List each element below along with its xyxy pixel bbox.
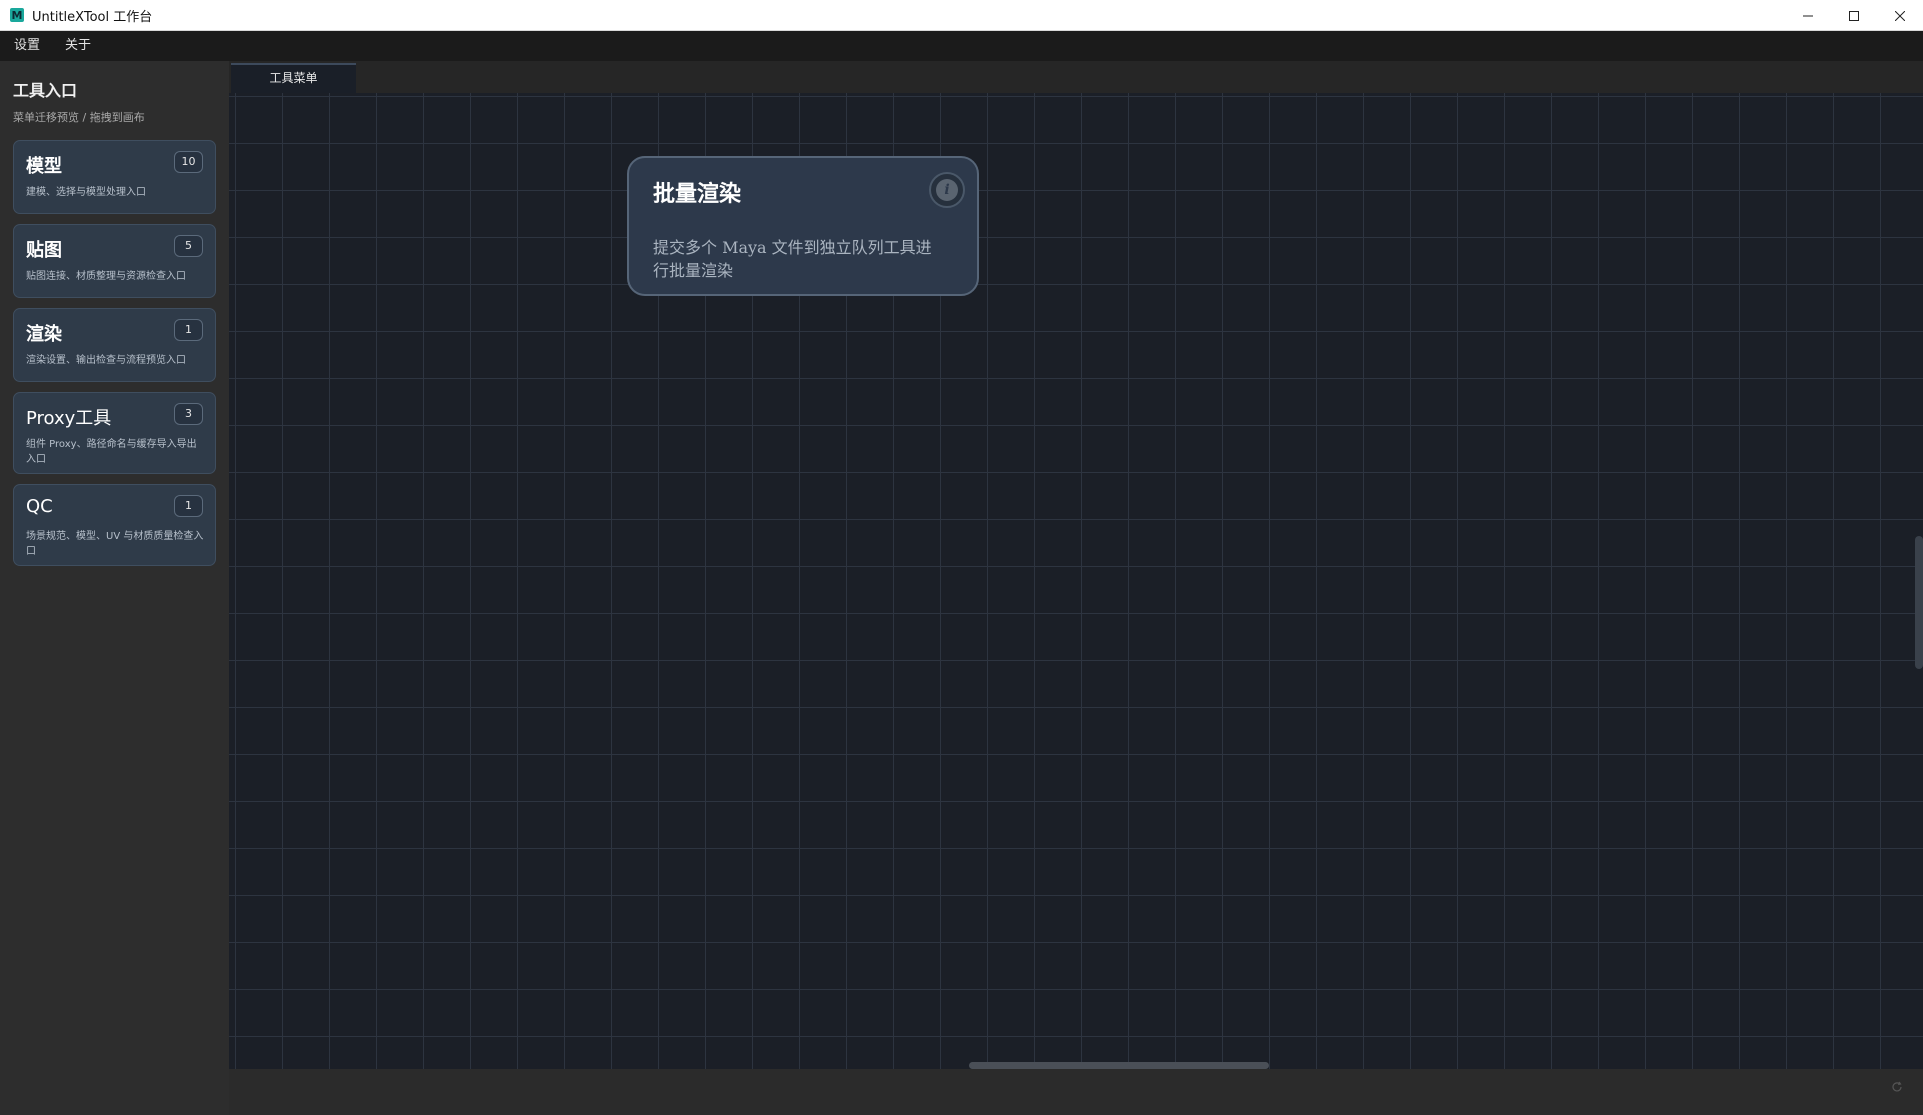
- maximize-icon[interactable]: [1831, 0, 1877, 31]
- category-desc: 场景规范、模型、UV 与材质质量检查入口: [26, 531, 204, 557]
- close-icon[interactable]: [1877, 0, 1923, 31]
- category-title: 贴图: [26, 240, 62, 261]
- category-card-model[interactable]: 模型 10 建模、选择与模型处理入口: [13, 140, 216, 214]
- category-count-badge: 5: [174, 235, 203, 257]
- category-desc: 贴图连接、材质整理与资源检查入口: [26, 271, 186, 282]
- category-desc: 组件 Proxy、路径命名与缓存导入导出入口: [26, 439, 197, 465]
- category-card-qc[interactable]: QC 1 场景规范、模型、UV 与材质质量检查入口: [13, 484, 216, 566]
- status-bar: [229, 1069, 1923, 1115]
- category-title: 渲染: [26, 324, 62, 345]
- node-canvas[interactable]: 批量渲染 i 提交多个 Maya 文件到独立队列工具进行批量渲染: [229, 93, 1923, 1069]
- window-controls: [1785, 0, 1923, 31]
- horizontal-scrollbar[interactable]: [969, 1062, 1269, 1069]
- minimize-icon[interactable]: [1785, 0, 1831, 31]
- category-count-badge: 1: [174, 495, 203, 517]
- category-count-badge: 10: [174, 151, 203, 173]
- category-count-badge: 1: [174, 319, 203, 341]
- window-title: UntitleXTool 工作台: [32, 9, 153, 25]
- app-logo-icon: M: [10, 8, 24, 22]
- category-desc: 建模、选择与模型处理入口: [26, 187, 146, 198]
- info-icon[interactable]: i: [929, 172, 965, 208]
- tab-tool-menu[interactable]: 工具菜单: [231, 63, 356, 93]
- menu-bar: 设置 关于: [0, 31, 1923, 61]
- title-bar: M UntitleXTool 工作台: [0, 0, 1923, 31]
- sidebar-title: 工具入口: [13, 81, 78, 100]
- tab-bar: 工具菜单: [229, 61, 1923, 93]
- category-card-render[interactable]: 渲染 1 渲染设置、输出检查与流程预览入口: [13, 308, 216, 382]
- category-card-texture[interactable]: 贴图 5 贴图连接、材质整理与资源检查入口: [13, 224, 216, 298]
- sidebar-subtitle: 菜单迁移预览 / 拖拽到画布: [13, 111, 145, 124]
- category-title: QC: [26, 496, 53, 517]
- info-glyph: i: [936, 179, 958, 201]
- category-title: Proxy工具: [26, 408, 112, 429]
- category-title: 模型: [26, 156, 62, 177]
- sidebar: 工具入口 菜单迁移预览 / 拖拽到画布 模型 10 建模、选择与模型处理入口 贴…: [0, 61, 229, 1115]
- category-count-badge: 3: [174, 403, 203, 425]
- menu-about[interactable]: 关于: [51, 31, 102, 61]
- vertical-scrollbar[interactable]: [1915, 536, 1923, 669]
- category-desc: 渲染设置、输出检查与流程预览入口: [26, 355, 186, 366]
- node-description: 提交多个 Maya 文件到独立队列工具进行批量渲染: [653, 238, 932, 280]
- refresh-icon: [1891, 1081, 1903, 1097]
- menu-settings[interactable]: 设置: [0, 31, 51, 61]
- category-card-proxy[interactable]: Proxy工具 3 组件 Proxy、路径命名与缓存导入导出入口: [13, 392, 216, 474]
- node-title: 批量渲染: [653, 181, 742, 207]
- tool-node-batch-render[interactable]: 批量渲染 i 提交多个 Maya 文件到独立队列工具进行批量渲染: [627, 156, 979, 296]
